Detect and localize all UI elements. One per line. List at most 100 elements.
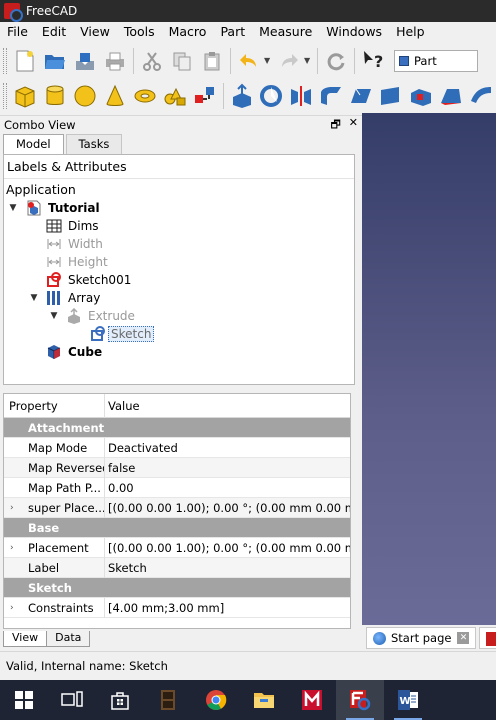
tree-item-width[interactable]: Width <box>4 235 354 253</box>
part-ruled-surface-button[interactable] <box>406 81 436 111</box>
refresh-button[interactable] <box>321 46 351 76</box>
undo-button[interactable] <box>234 46 264 76</box>
close-tab-icon[interactable]: ✕ <box>457 632 470 644</box>
toolbar-grip[interactable] <box>3 82 7 109</box>
property-row-label[interactable]: Label Sketch <box>4 557 350 578</box>
tab-start-page[interactable]: Start page ✕ <box>366 627 477 649</box>
property-value[interactable]: Sketch <box>105 558 350 578</box>
tree-item-extrude[interactable]: ▼ Extrude <box>4 307 354 325</box>
windows-logo-icon <box>15 691 33 709</box>
copy-button[interactable] <box>167 46 197 76</box>
file-explorer-button[interactable] <box>240 680 288 720</box>
task-view-button[interactable] <box>48 680 96 720</box>
freecad-taskbar-button[interactable] <box>336 680 384 720</box>
extrude-icon <box>232 83 251 108</box>
open-button[interactable] <box>40 46 70 76</box>
part-cone-button[interactable] <box>100 81 130 111</box>
part-extrude-button[interactable] <box>227 81 257 111</box>
part-revolve-button[interactable] <box>257 81 287 111</box>
menu-tools[interactable]: Tools <box>117 22 162 42</box>
property-row-placement[interactable]: › Placement [(0.00 0.00 1.00); 0.00 °; (… <box>4 537 350 558</box>
toolbar-grip[interactable] <box>3 47 7 74</box>
property-row-constraints[interactable]: › Constraints [4.00 mm;3.00 mm] <box>4 597 350 618</box>
property-value[interactable]: [4.00 mm;3.00 mm] <box>105 598 350 618</box>
toolbar-separator <box>230 47 231 74</box>
save-button[interactable] <box>70 46 100 76</box>
part-sphere-button[interactable] <box>70 81 100 111</box>
menu-measure[interactable]: Measure <box>252 22 319 42</box>
tree-item-label: Tutorial <box>48 201 100 215</box>
tab-document[interactable] <box>479 627 496 649</box>
menu-windows[interactable]: Windows <box>319 22 389 42</box>
tree-item-cube[interactable]: Cube <box>4 343 354 361</box>
menu-view[interactable]: View <box>73 22 117 42</box>
tab-model[interactable]: Model <box>3 134 64 154</box>
property-value[interactable]: false <box>105 458 350 478</box>
property-row-map-mode[interactable]: Map Mode Deactivated <box>4 437 350 458</box>
sphere-icon <box>74 85 96 106</box>
new-document-button[interactable] <box>10 46 40 76</box>
tab-data[interactable]: Data <box>46 631 91 647</box>
paste-button[interactable] <box>197 46 227 76</box>
tab-view[interactable]: View <box>3 631 48 647</box>
redo-button[interactable] <box>274 46 304 76</box>
property-group-attachment[interactable]: Attachment <box>4 418 350 438</box>
part-cylinder-button[interactable] <box>40 81 70 111</box>
expand-arrow-icon[interactable]: ▼ <box>48 311 60 321</box>
part-shape-builder-button[interactable] <box>190 81 220 111</box>
store-button[interactable] <box>96 680 144 720</box>
property-value[interactable]: Deactivated <box>105 438 350 458</box>
part-mirror-button[interactable] <box>286 81 316 111</box>
tree-item-tutorial[interactable]: ▼ Tutorial <box>4 199 354 217</box>
start-button[interactable] <box>0 680 48 720</box>
property-group-sketch[interactable]: Sketch <box>4 578 350 598</box>
part-box-button[interactable] <box>10 81 40 111</box>
part-fillet-button[interactable] <box>316 81 346 111</box>
word-button[interactable]: W <box>384 680 432 720</box>
property-name: Placement <box>4 537 105 558</box>
part-primitives-button[interactable] <box>160 81 190 111</box>
tree-item-array[interactable]: ▼ Array <box>4 289 354 307</box>
primitives-icon <box>164 87 186 105</box>
tree-item-label: Width <box>68 237 103 251</box>
property-row-map-path-parameter[interactable]: Map Path P... 0.00 <box>4 477 350 498</box>
part-chamfer-button[interactable] <box>346 81 376 111</box>
float-panel-icon[interactable]: 🗗 <box>330 116 340 135</box>
menu-part[interactable]: Part <box>213 22 252 42</box>
part-face-button[interactable] <box>376 81 406 111</box>
tab-tasks[interactable]: Tasks <box>65 134 123 154</box>
tree-item-height[interactable]: Height <box>4 253 354 271</box>
expand-arrow-icon[interactable]: ▼ <box>28 293 40 303</box>
print-button[interactable] <box>100 46 130 76</box>
part-loft-button[interactable] <box>436 81 466 111</box>
undo-dropdown-icon[interactable]: ▼ <box>264 56 274 65</box>
menu-edit[interactable]: Edit <box>35 22 73 42</box>
expand-arrow-icon[interactable]: ▼ <box>7 203 19 213</box>
tree-item-dims[interactable]: Dims <box>4 217 354 235</box>
whats-this-button[interactable]: ? <box>358 46 388 76</box>
workbench-selector[interactable]: Part <box>394 49 478 72</box>
redo-dropdown-icon[interactable]: ▼ <box>304 56 314 65</box>
menu-macro[interactable]: Macro <box>162 22 214 42</box>
film-app-button[interactable] <box>144 680 192 720</box>
property-row-map-reversed[interactable]: Map Reversed false <box>4 457 350 478</box>
property-value[interactable]: [(0.00 0.00 1.00); 0.00 °; (0.00 mm 0.00… <box>105 498 350 518</box>
sketch-icon <box>90 326 106 342</box>
close-panel-icon[interactable]: ✕ <box>349 116 358 135</box>
property-value[interactable]: [(0.00 0.00 1.00); 0.00 °; (0.00 mm 0.00… <box>105 538 350 558</box>
menu-help[interactable]: Help <box>389 22 432 42</box>
property-row-super-placement[interactable]: › super Place... [(0.00 0.00 1.00); 0.00… <box>4 497 350 518</box>
chrome-button[interactable] <box>192 680 240 720</box>
film-icon <box>161 690 175 710</box>
cut-button[interactable] <box>137 46 167 76</box>
property-value[interactable]: 0.00 <box>105 478 350 498</box>
mcafee-button[interactable] <box>288 680 336 720</box>
tree-item-sketch[interactable]: Sketch <box>4 325 354 343</box>
3d-viewport[interactable] <box>362 113 496 625</box>
menu-file[interactable]: File <box>0 22 35 42</box>
property-group-base[interactable]: Base <box>4 518 350 538</box>
property-view-tabs: View Data <box>3 631 91 647</box>
part-sweep-button[interactable] <box>466 81 496 111</box>
part-torus-button[interactable] <box>130 81 160 111</box>
tree-item-sketch001[interactable]: Sketch001 <box>4 271 354 289</box>
